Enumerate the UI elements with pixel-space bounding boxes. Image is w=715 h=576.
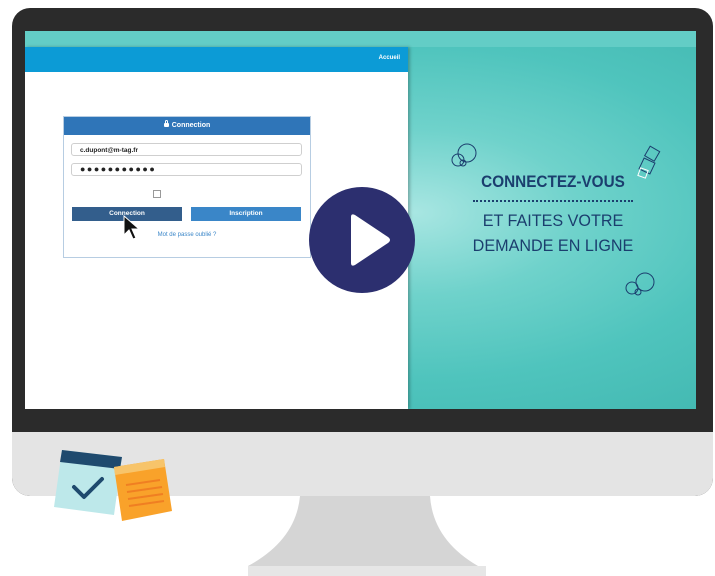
login-panel-title: Connection — [171, 122, 211, 129]
sticky-note-icon — [114, 459, 172, 521]
tagline-line-3: DEMANDE EN LIGNE — [472, 236, 634, 255]
tagline-headline: CONNECTEZ-VOUS — [481, 172, 625, 191]
login-panel: Connection c.dupont@m-tag.fr ●●●●●●●●●●●… — [63, 116, 311, 258]
nav-accueil-link[interactable]: Accueil — [379, 55, 400, 61]
mouse-cursor-icon — [123, 215, 141, 240]
checklist-card-icon — [54, 450, 122, 515]
forgot-password-link[interactable]: Mot de passe oublié ? — [64, 232, 310, 238]
password-field[interactable]: ●●●●●●●●●●● — [71, 163, 302, 176]
login-panel-header: Connection — [64, 117, 310, 135]
tagline-divider — [473, 200, 633, 202]
lock-icon — [163, 120, 169, 127]
email-field[interactable]: c.dupont@m-tag.fr — [71, 143, 302, 156]
decorative-circles-icon — [451, 143, 477, 167]
tagline: CONNECTEZ-VOUS ET FAITES VOTRE DEMANDE E… — [453, 172, 653, 258]
remember-checkbox[interactable] — [153, 190, 161, 198]
browser-header-bar: Accueil — [25, 47, 408, 72]
tagline-line-2: ET FAITES VOTRE — [482, 211, 624, 230]
play-button[interactable] — [309, 187, 415, 293]
play-icon — [351, 214, 390, 266]
inscription-button[interactable]: Inscription — [191, 207, 301, 221]
notes-illustration — [54, 450, 172, 521]
decorative-circles-icon — [625, 272, 655, 296]
